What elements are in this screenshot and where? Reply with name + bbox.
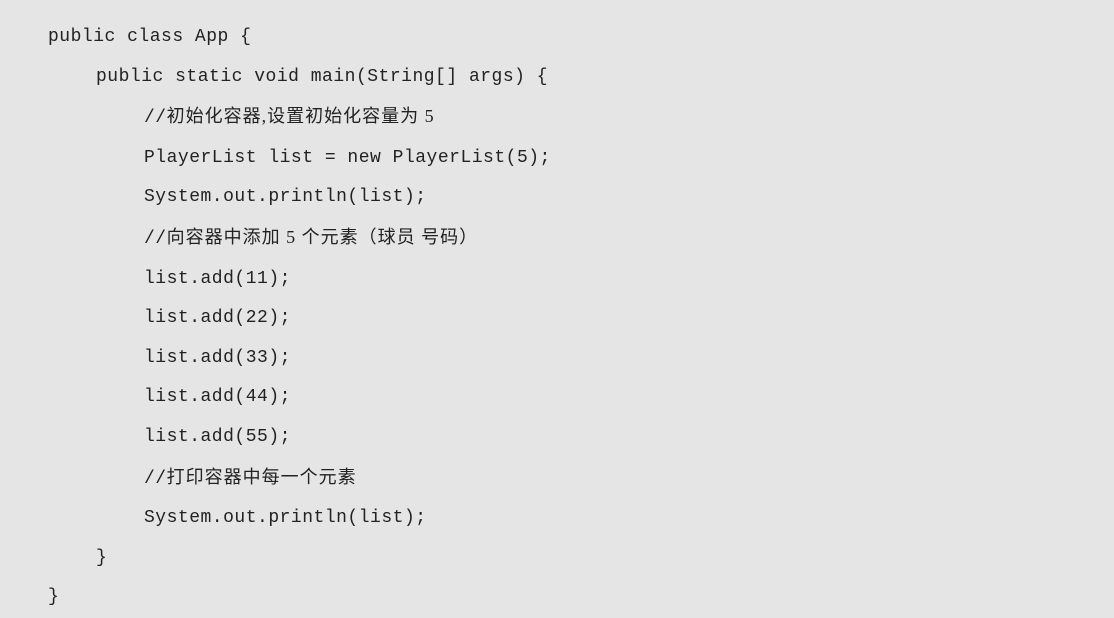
comment-text: 初始化容器,设置初始化容量为 5 [167,106,435,126]
comment-text: 向容器中添加 5 个元素（球员 号码） [167,227,479,247]
code-line-add-55: list.add(55); [48,418,1114,458]
code-line-add-33: list.add(33); [48,339,1114,379]
code-line-close-class: } [48,578,1114,618]
comment-prefix: // [144,469,167,489]
code-line-main-method: public static void main(String[] args) { [48,58,1114,98]
code-block: public class App { public static void ma… [0,18,1114,618]
code-line-println-1: System.out.println(list); [48,178,1114,218]
comment-text: 打印容器中每一个元素 [167,467,357,487]
code-line-comment-add: //向容器中添加 5 个元素（球员 号码） [48,218,1114,260]
comment-prefix: // [144,108,167,128]
code-line-class-decl: public class App { [48,18,1114,58]
comment-prefix: // [144,229,167,249]
code-line-add-44: list.add(44); [48,378,1114,418]
code-line-close-method: } [48,539,1114,579]
code-line-add-11: list.add(11); [48,260,1114,300]
code-line-playerlist-new: PlayerList list = new PlayerList(5); [48,139,1114,179]
code-line-add-22: list.add(22); [48,299,1114,339]
code-line-println-2: System.out.println(list); [48,499,1114,539]
code-line-comment-print: //打印容器中每一个元素 [48,458,1114,500]
code-line-comment-init: //初始化容器,设置初始化容量为 5 [48,97,1114,139]
